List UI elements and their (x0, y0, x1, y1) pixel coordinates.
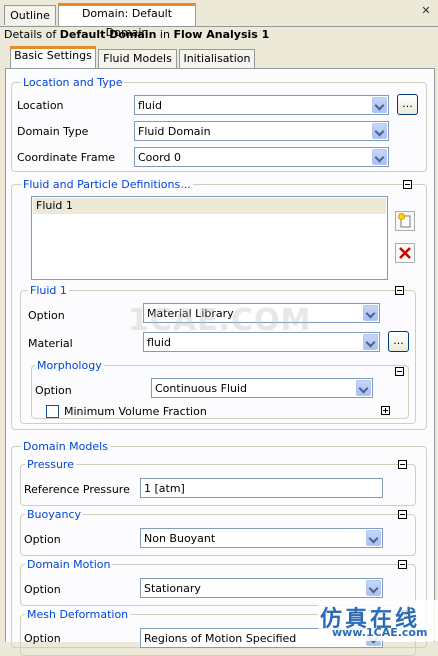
location-select[interactable]: fluid (134, 95, 389, 115)
fluid-list[interactable]: Fluid 1 (31, 196, 388, 280)
brand-logo: 仿真在线 www.1CAE.com (318, 600, 438, 641)
ref-pressure-input[interactable]: 1 [atm] (140, 478, 383, 498)
domain-motion-title: Domain Motion (25, 558, 113, 571)
buoyancy-option-select[interactable]: Non Buoyant (140, 528, 383, 548)
ref-pressure-value: 1 [atm] (144, 482, 185, 495)
morphology-option-select[interactable]: Continuous Fluid (151, 378, 373, 398)
new-document-icon (398, 213, 411, 228)
watermark: 1CAE.COM (128, 303, 312, 338)
location-type-title: Location and Type (21, 76, 125, 89)
coord-frame-label: Coordinate Frame (17, 151, 116, 164)
collapse-icon[interactable] (398, 460, 407, 469)
details-middle: in (156, 28, 174, 41)
min-volume-label: Minimum Volume Fraction (64, 405, 207, 418)
domain-models-title: Domain Models (21, 440, 110, 453)
location-browse-button[interactable]: ... (397, 94, 418, 115)
domain-type-value: Fluid Domain (138, 125, 211, 138)
chevron-down-icon[interactable] (356, 380, 371, 396)
delete-icon (399, 247, 411, 259)
tab-fluid-models[interactable]: Fluid Models (98, 49, 177, 68)
material-label: Material (28, 337, 73, 350)
fluid1-title: Fluid 1 (28, 284, 69, 297)
collapse-icon[interactable] (395, 286, 404, 295)
chevron-down-icon[interactable] (372, 123, 387, 139)
buoyancy-title: Buoyancy (25, 508, 84, 521)
domain-motion-option-select[interactable]: Stationary (140, 578, 383, 598)
chevron-down-icon[interactable] (366, 530, 381, 546)
buoyancy-option-value: Non Buoyant (144, 532, 216, 545)
domain-type-label: Domain Type (17, 125, 89, 138)
material-browse-button[interactable]: ... (388, 331, 409, 352)
location-value: fluid (138, 99, 162, 112)
morphology-title: Morphology (35, 359, 104, 372)
tab-initialisation[interactable]: Initialisation (179, 49, 255, 68)
collapse-icon[interactable] (398, 510, 407, 519)
details-object: Default Domain (59, 28, 157, 41)
domain-type-select[interactable]: Fluid Domain (134, 121, 389, 141)
divider (0, 26, 438, 27)
chevron-down-icon[interactable] (366, 580, 381, 596)
coord-frame-select[interactable]: Coord 0 (134, 147, 389, 167)
chevron-down-icon[interactable] (372, 97, 387, 113)
mesh-deformation-option-value: Regions of Motion Specified (144, 632, 297, 645)
morphology-option-label: Option (35, 384, 72, 397)
coord-frame-value: Coord 0 (138, 151, 181, 164)
collapse-icon[interactable] (395, 367, 404, 376)
details-analysis: Flow Analysis 1 (173, 28, 270, 41)
delete-fluid-button[interactable] (395, 243, 415, 263)
domain-motion-option-label: Option (24, 583, 61, 596)
fluid1-option-label: Option (28, 309, 65, 322)
tab-domain[interactable]: Domain: Default Domain (58, 3, 196, 39)
collapse-icon[interactable] (398, 560, 407, 569)
close-icon[interactable]: ✕ (420, 5, 432, 17)
details-header: Details of Default Domain in Flow Analys… (4, 28, 269, 41)
tab-outline[interactable]: Outline (4, 5, 56, 25)
list-item[interactable]: Fluid 1 (33, 198, 386, 214)
morphology-option-value: Continuous Fluid (155, 382, 248, 395)
chevron-down-icon[interactable] (363, 305, 378, 321)
pressure-title: Pressure (25, 458, 76, 471)
mesh-deformation-title: Mesh Deformation (25, 608, 131, 621)
expand-icon[interactable] (381, 406, 390, 415)
min-volume-checkbox[interactable] (46, 405, 59, 418)
buoyancy-option-label: Option (24, 533, 61, 546)
details-prefix: Details of (4, 28, 60, 41)
tab-basic-settings[interactable]: Basic Settings (10, 46, 96, 69)
add-fluid-button[interactable] (395, 211, 415, 231)
chevron-down-icon[interactable] (363, 334, 378, 350)
fluid-defs-title: Fluid and Particle Definitions... (21, 178, 193, 191)
mesh-deformation-option-label: Option (24, 632, 61, 645)
location-label: Location (17, 99, 64, 112)
domain-motion-option-value: Stationary (144, 582, 201, 595)
chevron-down-icon[interactable] (372, 149, 387, 165)
brand-url: www.1CAE.com (332, 626, 428, 639)
ref-pressure-label: Reference Pressure (24, 483, 130, 496)
collapse-icon[interactable] (403, 180, 412, 189)
